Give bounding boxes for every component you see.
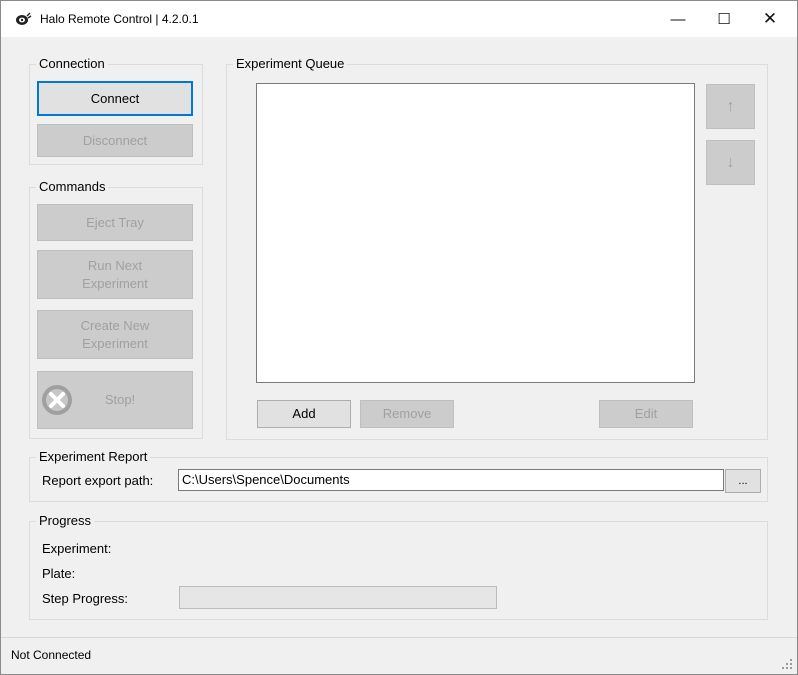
connection-group: Connection Connect Disconnect xyxy=(29,56,203,165)
connection-group-title: Connection xyxy=(36,56,108,71)
stop-button[interactable]: Stop! xyxy=(37,371,193,429)
experiment-report-group: Experiment Report Report export path: C:… xyxy=(29,449,768,502)
browse-button[interactable]: ... xyxy=(725,469,761,493)
experiment-queue-title: Experiment Queue xyxy=(233,56,348,71)
commands-group: Commands Eject Tray Run Next Experiment … xyxy=(29,179,203,439)
create-new-experiment-button[interactable]: Create New Experiment xyxy=(37,310,193,359)
close-button[interactable]: ✕ xyxy=(747,1,793,37)
run-next-experiment-button[interactable]: Run Next Experiment xyxy=(37,250,193,299)
report-path-input[interactable]: C:\Users\Spence\Documents xyxy=(178,469,724,491)
eject-tray-button[interactable]: Eject Tray xyxy=(37,204,193,241)
step-progress-label: Step Progress: xyxy=(42,591,128,606)
minimize-button[interactable]: — xyxy=(655,1,701,37)
move-down-button[interactable]: ↓ xyxy=(706,140,755,185)
report-path-label: Report export path: xyxy=(42,473,154,488)
step-progress-bar xyxy=(179,586,497,609)
maximize-icon: ☐ xyxy=(717,11,731,28)
halo-app-icon xyxy=(16,12,32,25)
move-up-button[interactable]: ↑ xyxy=(706,84,755,129)
experiment-queue-list[interactable] xyxy=(256,83,695,383)
experiment-report-title: Experiment Report xyxy=(36,449,151,464)
stop-x-icon xyxy=(42,385,72,415)
window-title: Halo Remote Control | 4.2.0.1 xyxy=(40,12,199,26)
progress-group-title: Progress xyxy=(36,513,95,528)
experiment-label: Experiment: xyxy=(42,541,112,556)
arrow-up-icon: ↑ xyxy=(726,97,735,115)
minimize-icon: — xyxy=(670,10,686,28)
edit-button[interactable]: Edit xyxy=(599,400,693,428)
progress-group: Progress Experiment: Plate: Step Progres… xyxy=(29,513,768,620)
connect-button[interactable]: Connect xyxy=(37,81,193,116)
main-window: Halo Remote Control | 4.2.0.1 — ☐ ✕ Conn… xyxy=(0,0,798,675)
disconnect-button[interactable]: Disconnect xyxy=(37,124,193,157)
title-bar[interactable]: Halo Remote Control | 4.2.0.1 — ☐ ✕ xyxy=(1,1,797,37)
status-text: Not Connected xyxy=(11,648,92,662)
close-icon: ✕ xyxy=(762,9,778,28)
arrow-down-icon: ↓ xyxy=(726,153,735,171)
stop-button-label: Stop! xyxy=(104,392,136,407)
resize-grip-icon[interactable] xyxy=(781,658,793,670)
experiment-queue-group: Experiment Queue ↑ ↓ Add Remove Edit xyxy=(226,56,768,440)
status-bar: Not Connected xyxy=(1,637,797,674)
maximize-button[interactable]: ☐ xyxy=(701,1,747,37)
remove-button[interactable]: Remove xyxy=(360,400,454,428)
add-button[interactable]: Add xyxy=(257,400,351,428)
commands-group-title: Commands xyxy=(36,179,109,194)
plate-label: Plate: xyxy=(42,566,76,581)
